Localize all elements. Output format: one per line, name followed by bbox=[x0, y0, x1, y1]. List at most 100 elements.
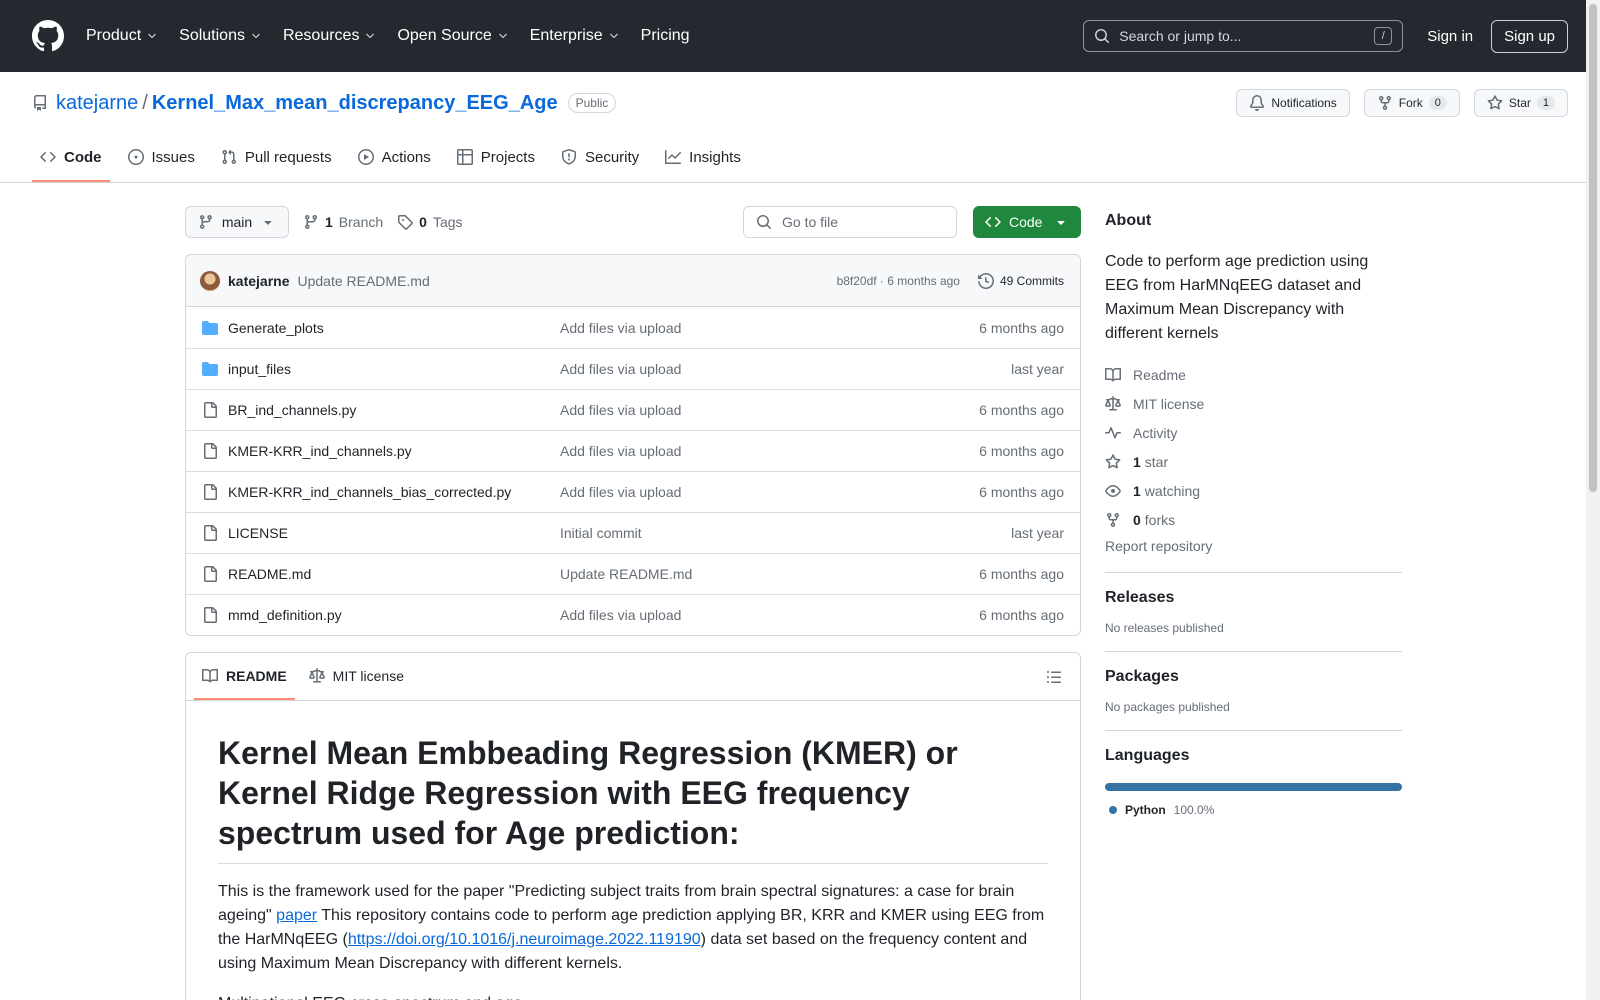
notifications-button[interactable]: Notifications bbox=[1236, 89, 1350, 117]
branch-select[interactable]: main bbox=[185, 206, 289, 238]
file-name-link[interactable]: input_files bbox=[228, 361, 560, 377]
packages-empty-text: No packages published bbox=[1105, 700, 1230, 714]
commit-hash-time[interactable]: b8f20df · 6 months ago bbox=[837, 274, 960, 288]
readme-body: Kernel Mean Embbeading Regression (KMER)… bbox=[186, 701, 1080, 1000]
packages-heading[interactable]: Packages bbox=[1105, 668, 1402, 686]
file-name-link[interactable]: mmd_definition.py bbox=[228, 607, 560, 623]
paper-link[interactable]: paper bbox=[276, 907, 317, 924]
file-row[interactable]: input_files Add files via upload last year bbox=[186, 348, 1080, 389]
chevron-down-icon bbox=[366, 33, 375, 39]
chevron-down-icon bbox=[252, 33, 260, 39]
file-name-link[interactable]: README.md bbox=[228, 566, 560, 582]
commit-message-link[interactable]: Update README.md bbox=[297, 273, 429, 289]
file-row[interactable]: LICENSE Initial commit last year bbox=[186, 512, 1080, 553]
global-search-input[interactable]: Search or jump to... / bbox=[1083, 20, 1404, 52]
nav-solutions[interactable]: Solutions bbox=[179, 27, 262, 45]
repo-icon bbox=[34, 95, 46, 111]
repo-owner-link[interactable]: katejarne bbox=[56, 92, 138, 115]
code-dropdown-button[interactable]: Code bbox=[973, 206, 1081, 238]
file-name-link[interactable]: LICENSE bbox=[228, 525, 560, 541]
releases-heading[interactable]: Releases bbox=[1105, 589, 1402, 607]
triangle-down-icon bbox=[1057, 221, 1065, 225]
file-row[interactable]: Generate_plots Add files via upload 6 mont… bbox=[186, 307, 1080, 348]
commit-author-link[interactable]: katejarne bbox=[228, 273, 289, 289]
file-commit-message[interactable]: Initial commit bbox=[560, 525, 1011, 541]
license-link[interactable]: MIT license bbox=[1105, 389, 1402, 418]
language-item[interactable]: Python 100.0% bbox=[1105, 803, 1402, 817]
sign-up-button[interactable]: Sign up bbox=[1491, 19, 1568, 53]
page-scrollbar[interactable] bbox=[1586, 0, 1600, 1000]
repo-actions: Notifications Fork 0 Star 1 bbox=[1236, 89, 1568, 117]
activity-link[interactable]: Activity bbox=[1105, 418, 1402, 447]
forks-link[interactable]: 0 forks bbox=[1105, 505, 1402, 534]
file-row[interactable]: KMER-KRR_ind_channels_bias_corrected.py A… bbox=[186, 471, 1080, 512]
nav-product[interactable]: Product bbox=[86, 27, 158, 45]
file-commit-message[interactable]: Add files via upload bbox=[560, 607, 979, 623]
file-name-link[interactable]: KMER-KRR_ind_channels_bias_corrected.py bbox=[228, 484, 560, 500]
nav-pricing[interactable]: Pricing bbox=[641, 27, 690, 45]
search-shortcut-key: / bbox=[1374, 27, 1393, 45]
file-row[interactable]: README.md Update README.md 6 months ago bbox=[186, 553, 1080, 594]
tab-license[interactable]: MIT license bbox=[301, 653, 412, 700]
releases-empty-text: No releases published bbox=[1105, 621, 1224, 635]
file-commit-date: 6 months ago bbox=[979, 484, 1064, 500]
pull-request-icon bbox=[222, 149, 236, 165]
file-commit-message[interactable]: Add files via upload bbox=[560, 320, 979, 336]
main-column: main 1 Branch 0 Tags Go to file Code katej… bbox=[185, 206, 1081, 1000]
triangle-down-icon bbox=[264, 221, 272, 225]
sign-in-link[interactable]: Sign in bbox=[1427, 28, 1473, 45]
book-icon bbox=[1105, 367, 1121, 381]
book-icon bbox=[202, 668, 218, 682]
tab-actions[interactable]: Actions bbox=[350, 134, 439, 182]
file-commit-date: last year bbox=[1011, 525, 1064, 541]
search-icon bbox=[1095, 29, 1110, 43]
branches-link[interactable]: 1 Branch bbox=[303, 214, 383, 230]
tab-insights[interactable]: Insights bbox=[657, 134, 749, 182]
nav-resources[interactable]: Resources bbox=[283, 27, 376, 45]
file-icon bbox=[204, 566, 217, 582]
file-commit-message[interactable]: Add files via upload bbox=[560, 443, 979, 459]
repo-name-link[interactable]: Kernel_Max_mean_discrepancy_EEG_Age bbox=[152, 92, 558, 115]
file-icon bbox=[204, 484, 217, 500]
file-name-link[interactable]: KMER-KRR_ind_channels.py bbox=[228, 443, 560, 459]
readme-link[interactable]: Readme bbox=[1105, 360, 1402, 389]
readme-tabs: README MIT license bbox=[186, 653, 1080, 701]
file-commit-message[interactable]: Add files via upload bbox=[560, 361, 1011, 377]
play-icon bbox=[357, 149, 374, 165]
file-commit-message[interactable]: Add files via upload bbox=[560, 402, 979, 418]
doi-link[interactable]: https://doi.org/10.1016/j.neuroimage.202… bbox=[348, 931, 701, 948]
file-row[interactable]: mmd_definition.py Add files via upload 6 m… bbox=[186, 594, 1080, 635]
watchers-link[interactable]: 1 watching bbox=[1105, 476, 1402, 505]
readme-panel: README MIT license Kernel Mean Embbeadin… bbox=[185, 652, 1081, 1000]
star-icon bbox=[1487, 95, 1503, 110]
tab-readme[interactable]: README bbox=[194, 653, 295, 700]
author-avatar[interactable] bbox=[200, 270, 220, 291]
outline-button[interactable] bbox=[1046, 653, 1072, 700]
tab-code[interactable]: Code bbox=[32, 134, 110, 182]
github-logo-icon[interactable] bbox=[32, 20, 64, 52]
file-commit-message[interactable]: Add files via upload bbox=[560, 484, 979, 500]
repo-title-bar: katejarne / Kernel_Max_mean_discrepancy_… bbox=[0, 72, 1600, 134]
fork-button[interactable]: Fork 0 bbox=[1363, 89, 1460, 117]
tab-projects[interactable]: Projects bbox=[449, 134, 543, 182]
file-commit-date: last year bbox=[1011, 361, 1064, 377]
file-name-link[interactable]: Generate_plots bbox=[228, 320, 560, 336]
file-commit-date: 6 months ago bbox=[979, 443, 1064, 459]
tab-security[interactable]: Security bbox=[553, 134, 647, 182]
nav-open-source[interactable]: Open Source bbox=[397, 27, 508, 45]
go-to-file-input[interactable]: Go to file bbox=[743, 206, 957, 238]
file-commit-date: 6 months ago bbox=[979, 607, 1064, 623]
stars-link[interactable]: 1 star bbox=[1105, 447, 1402, 476]
commits-link[interactable]: 49 Commits bbox=[977, 272, 1064, 289]
file-name-link[interactable]: BR_ind_channels.py bbox=[228, 402, 560, 418]
nav-enterprise[interactable]: Enterprise bbox=[530, 27, 620, 45]
tab-pull-requests[interactable]: Pull requests bbox=[213, 134, 340, 182]
report-repository-link[interactable]: Report repository bbox=[1105, 538, 1402, 573]
tab-issues[interactable]: Issues bbox=[120, 134, 203, 182]
scrollbar-thumb[interactable] bbox=[1589, 4, 1597, 492]
file-commit-message[interactable]: Update README.md bbox=[560, 566, 979, 582]
star-button[interactable]: Star 1 bbox=[1473, 89, 1568, 117]
file-row[interactable]: KMER-KRR_ind_channels.py Add files via up… bbox=[186, 430, 1080, 471]
file-row[interactable]: BR_ind_channels.py Add files via upload 6 … bbox=[186, 389, 1080, 430]
tags-link[interactable]: 0 Tags bbox=[397, 214, 463, 230]
